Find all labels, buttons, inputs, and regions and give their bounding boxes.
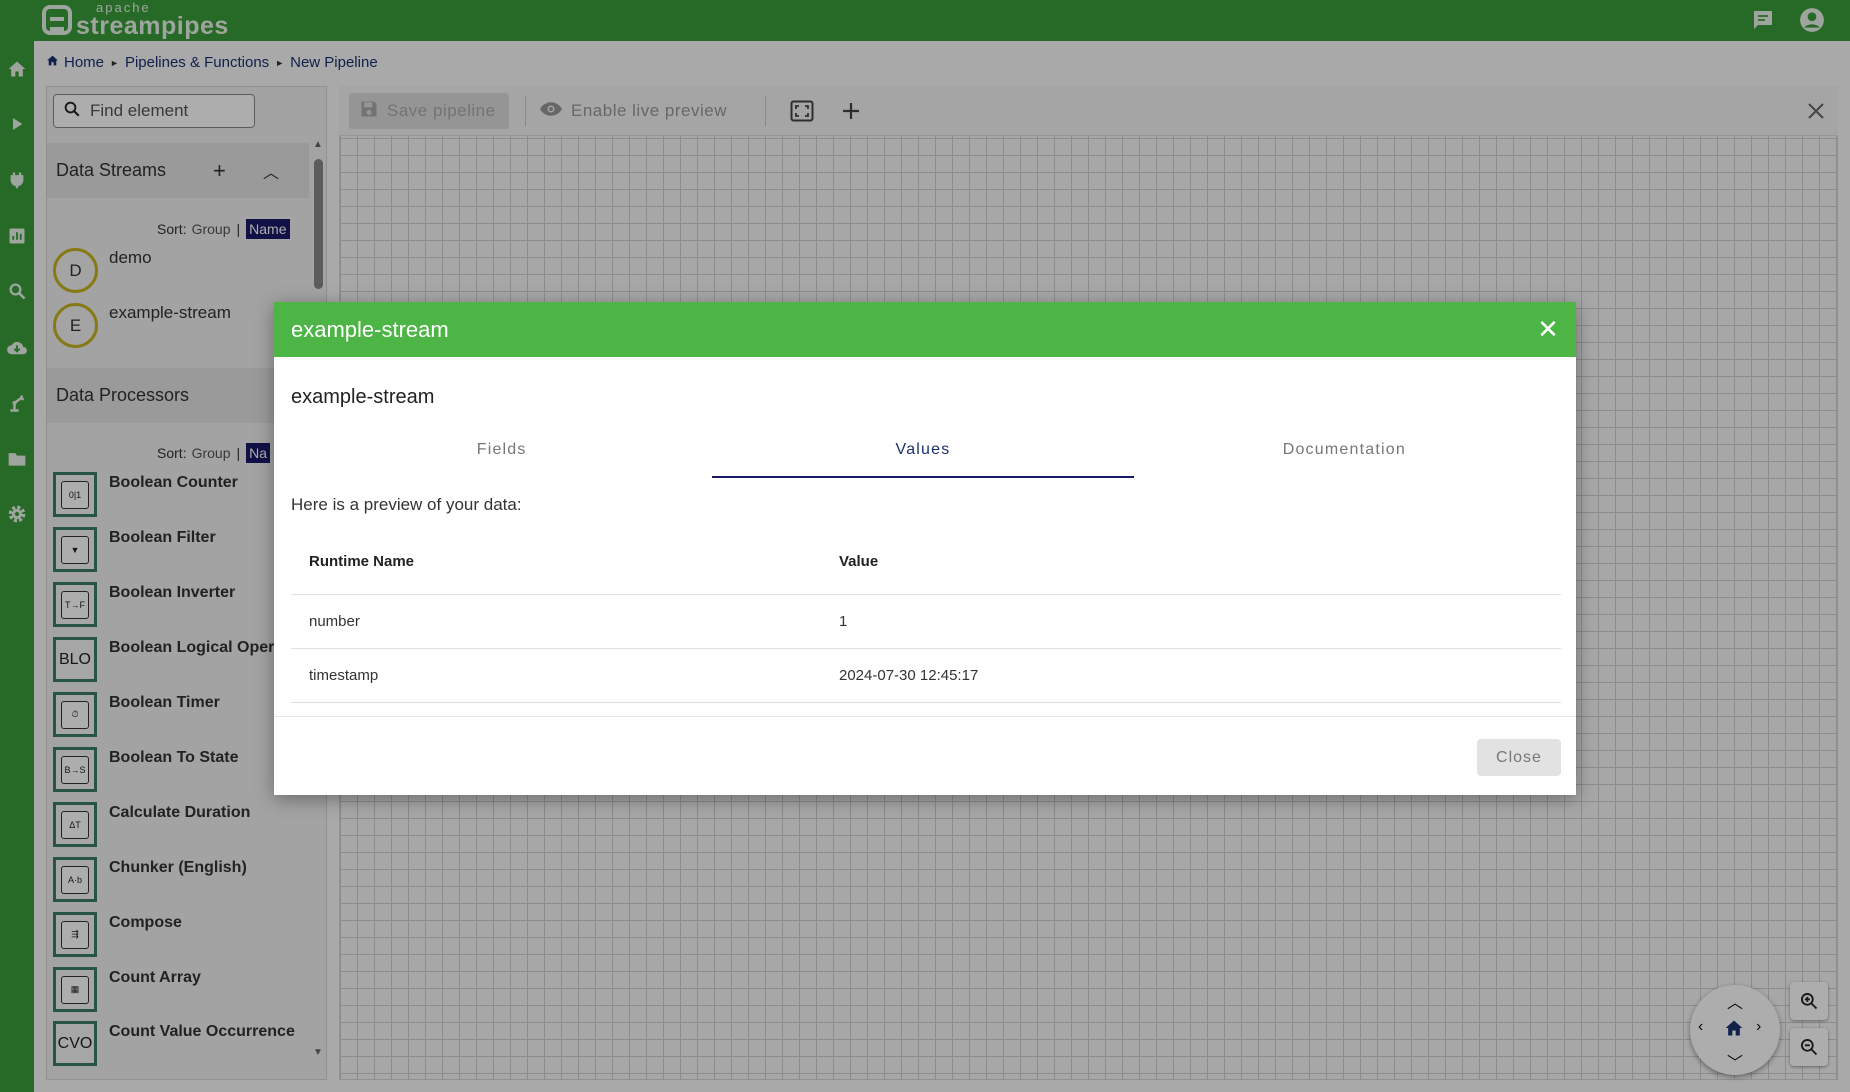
dialog-stream-title: example-stream — [291, 386, 435, 408]
dialog-footer-divider — [274, 716, 1576, 717]
tab-values[interactable]: Values — [712, 421, 1134, 478]
dialog-tabs: Fields Values Documentation — [291, 421, 1555, 478]
column-header: Runtime Name — [291, 530, 839, 595]
preview-description: Here is a preview of your data: — [291, 495, 522, 514]
tab-fields[interactable]: Fields — [291, 421, 712, 478]
close-button[interactable]: Close — [1477, 739, 1561, 776]
table-row: number 1 — [291, 594, 1561, 649]
column-header: Value — [839, 530, 1561, 595]
value-cell: 2024-07-30 12:45:17 — [839, 648, 1561, 703]
stream-preview-dialog: example-stream ✕ example-stream Fields V… — [274, 302, 1576, 795]
table-header-row: Runtime Name Value — [291, 530, 1561, 595]
preview-table: Runtime Name Value number 1 timestamp 20… — [291, 530, 1561, 703]
tab-documentation[interactable]: Documentation — [1134, 421, 1555, 478]
runtime-name-cell: number — [291, 594, 839, 649]
dialog-header-title: example-stream — [291, 316, 449, 342]
value-cell: 1 — [839, 594, 1561, 649]
close-icon[interactable]: ✕ — [1534, 315, 1562, 343]
runtime-name-cell: timestamp — [291, 648, 839, 703]
table-row: timestamp 2024-07-30 12:45:17 — [291, 648, 1561, 703]
dialog-header: example-stream ✕ — [274, 302, 1576, 357]
